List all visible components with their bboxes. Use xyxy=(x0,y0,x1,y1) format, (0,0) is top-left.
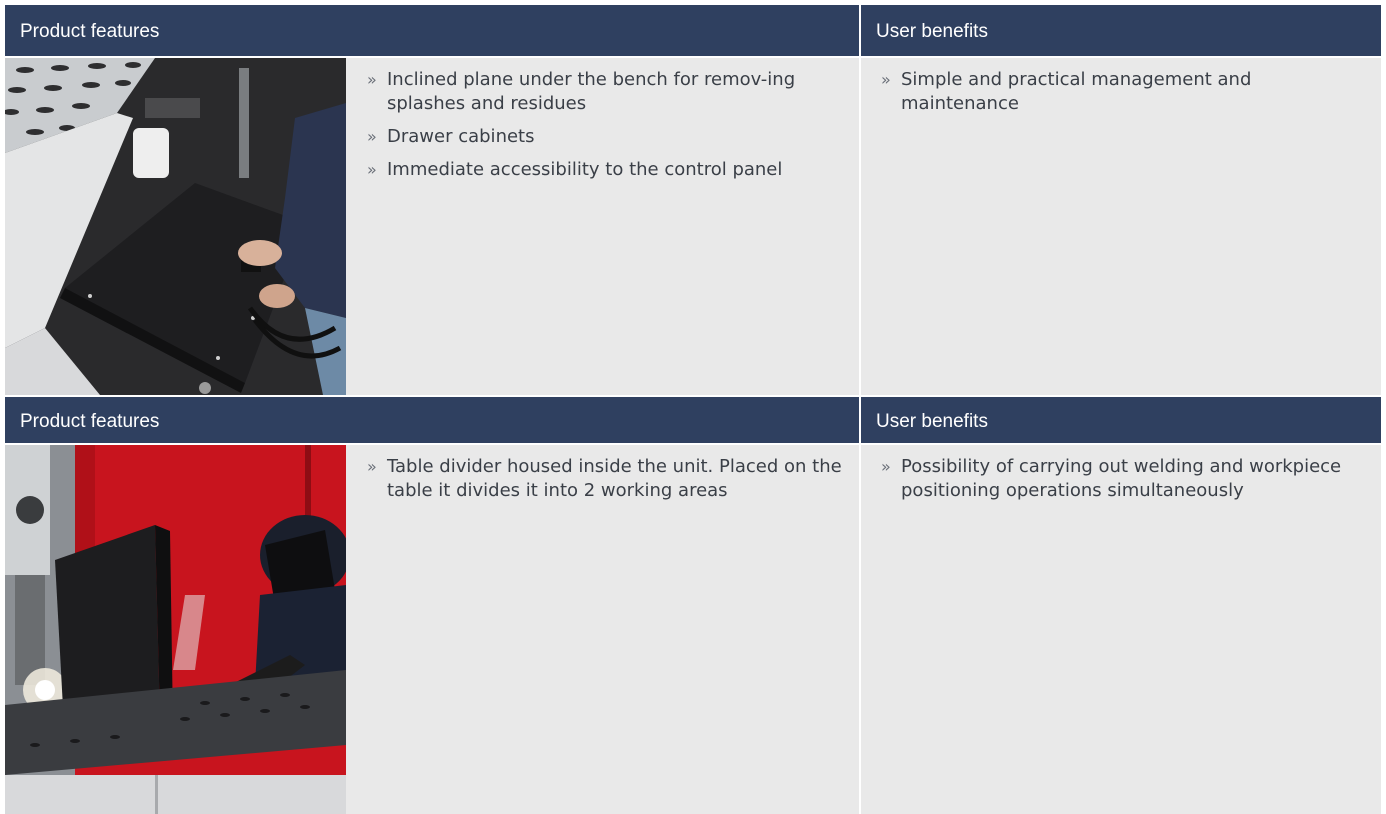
product-features-header: Product features xyxy=(5,5,859,56)
list-item: » Possibility of carrying out welding and… xyxy=(881,455,1351,503)
bullet-marker: » xyxy=(367,160,377,179)
feature-text: Drawer cabinets xyxy=(387,126,535,147)
benefit-text: Possibility of carrying out welding and … xyxy=(901,456,1342,501)
feature-block-drawer: Product features User benefits » Incline… xyxy=(5,5,1381,395)
bullet-marker: » xyxy=(367,70,377,89)
product-features-title: Product features xyxy=(20,21,160,42)
feature-text: Inclined plane under the bench for remov… xyxy=(387,69,796,114)
benefit-text: Simple and practical management and main… xyxy=(901,69,1252,114)
product-features-title: Product features xyxy=(20,411,160,432)
bullet-marker: » xyxy=(881,70,891,89)
drawer-photo-illustration xyxy=(5,58,346,395)
list-item: » Table divider housed inside the unit. P… xyxy=(367,455,843,503)
user-benefits-title: User benefits xyxy=(876,21,988,42)
bullet-marker: » xyxy=(367,127,377,146)
table-divider-photo xyxy=(5,445,346,814)
user-benefits-cell: » Possibility of carrying out welding and… xyxy=(861,445,1381,814)
product-features-cell: » Inclined plane under the bench for remo… xyxy=(5,58,859,395)
features-list: » Table divider housed inside the unit. P… xyxy=(367,455,843,512)
user-benefits-cell: » Simple and practical management and mai… xyxy=(861,58,1381,395)
feature-text: Table divider housed inside the unit. Pl… xyxy=(387,456,842,501)
feature-text: Immediate accessibility to the control p… xyxy=(387,159,783,180)
bullet-marker: » xyxy=(367,457,377,476)
bullet-marker: » xyxy=(881,457,891,476)
product-features-cell: » Table divider housed inside the unit. P… xyxy=(5,445,859,814)
user-benefits-header: User benefits xyxy=(861,397,1381,443)
feature-block-divider: Product features User benefits » Table d… xyxy=(5,397,1381,814)
table-divider-photo-illustration xyxy=(5,445,346,814)
drawer-photo xyxy=(5,58,346,395)
user-benefits-header: User benefits xyxy=(861,5,1381,56)
list-item: » Immediate accessibility to the control … xyxy=(367,158,843,182)
product-features-header: Product features xyxy=(5,397,859,443)
features-list: » Inclined plane under the bench for remo… xyxy=(367,68,843,191)
list-item: » Simple and practical management and mai… xyxy=(881,68,1351,116)
user-benefits-title: User benefits xyxy=(876,411,988,432)
benefits-list: » Simple and practical management and mai… xyxy=(881,68,1351,125)
benefits-list: » Possibility of carrying out welding and… xyxy=(881,455,1351,512)
list-item: » Inclined plane under the bench for remo… xyxy=(367,68,843,116)
list-item: » Drawer cabinets xyxy=(367,125,843,149)
